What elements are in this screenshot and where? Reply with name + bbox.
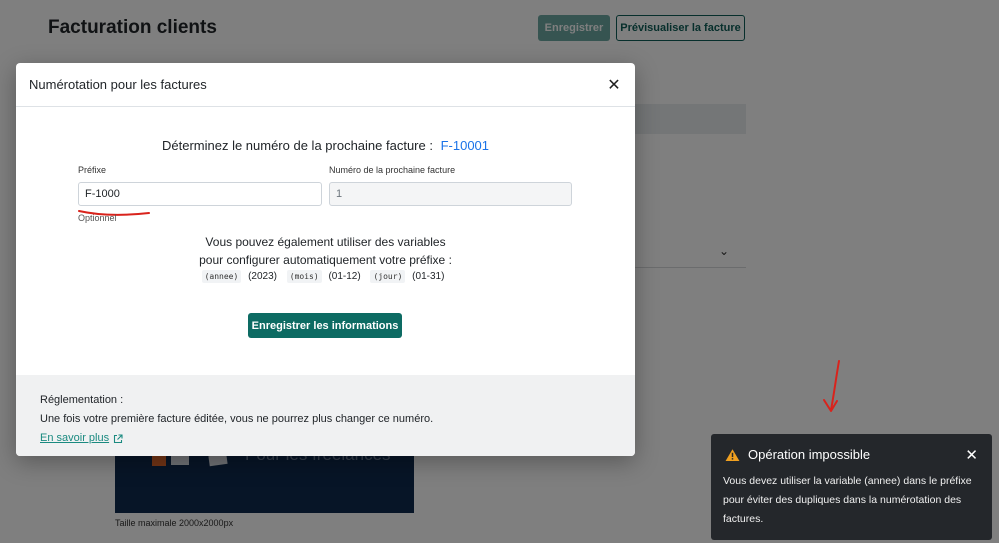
red-arrow-annotation: [823, 360, 840, 412]
toast-header: Opération impossible: [725, 447, 870, 462]
prefix-optional-hint: Optionnel: [78, 213, 117, 223]
modal-body: Déterminez le numéro de la prochaine fac…: [16, 107, 635, 375]
variable-code-jour: (jour): [370, 270, 406, 283]
modal-footer: Réglementation : Une fois votre première…: [16, 375, 635, 456]
learn-more-label: En savoir plus: [40, 432, 110, 444]
next-number-value: F-10001: [440, 138, 490, 153]
save-information-button[interactable]: Enregistrer les informations: [248, 313, 402, 338]
modal-title: Numérotation pour les factures: [29, 77, 207, 92]
learn-more-link[interactable]: En savoir plus: [40, 429, 123, 448]
variable-code-annee: (annee): [201, 270, 242, 283]
next-number-heading: Déterminez le numéro de la prochaine fac…: [16, 138, 635, 153]
variable-code-mois: (mois): [286, 270, 322, 283]
error-toast: Opération impossible ✕ Vous devez utilis…: [711, 434, 992, 540]
prefix-label: Préfixe: [78, 165, 107, 175]
prefix-input[interactable]: [78, 182, 322, 206]
external-link-icon: [114, 433, 123, 443]
variable-example-jour: (01-31): [412, 271, 445, 282]
warning-icon: [725, 448, 740, 461]
next-number-label: Déterminez le numéro de la prochaine fac…: [161, 138, 433, 153]
variables-list: (annee) (2023) (mois) (01-12) (jour) (01…: [16, 270, 635, 283]
variables-line-2: pour configurer automatiquement votre pr…: [199, 253, 452, 267]
toast-title: Opération impossible: [748, 447, 871, 462]
next-invoice-number-input[interactable]: [329, 182, 572, 206]
close-icon[interactable]: ✕: [965, 446, 978, 464]
regulation-heading: Réglementation :: [40, 394, 124, 406]
variable-example-mois: (01-12): [328, 271, 361, 282]
modal-header: Numérotation pour les factures ✕: [16, 63, 635, 107]
variables-explanation: Vous pouvez également utiliser des varia…: [16, 233, 635, 269]
variable-example-annee: (2023): [248, 271, 277, 282]
next-invoice-number-label: Numéro de la prochaine facture: [329, 165, 456, 175]
invoice-numbering-modal: Numérotation pour les factures ✕ Détermi…: [16, 63, 635, 456]
variables-line-1: Vous pouvez également utiliser des varia…: [205, 235, 446, 249]
close-icon[interactable]: ✕: [605, 76, 623, 94]
regulation-text: Une fois votre première facture éditée, …: [40, 413, 434, 425]
toast-message: Vous devez utiliser la variable (annee) …: [723, 475, 972, 525]
